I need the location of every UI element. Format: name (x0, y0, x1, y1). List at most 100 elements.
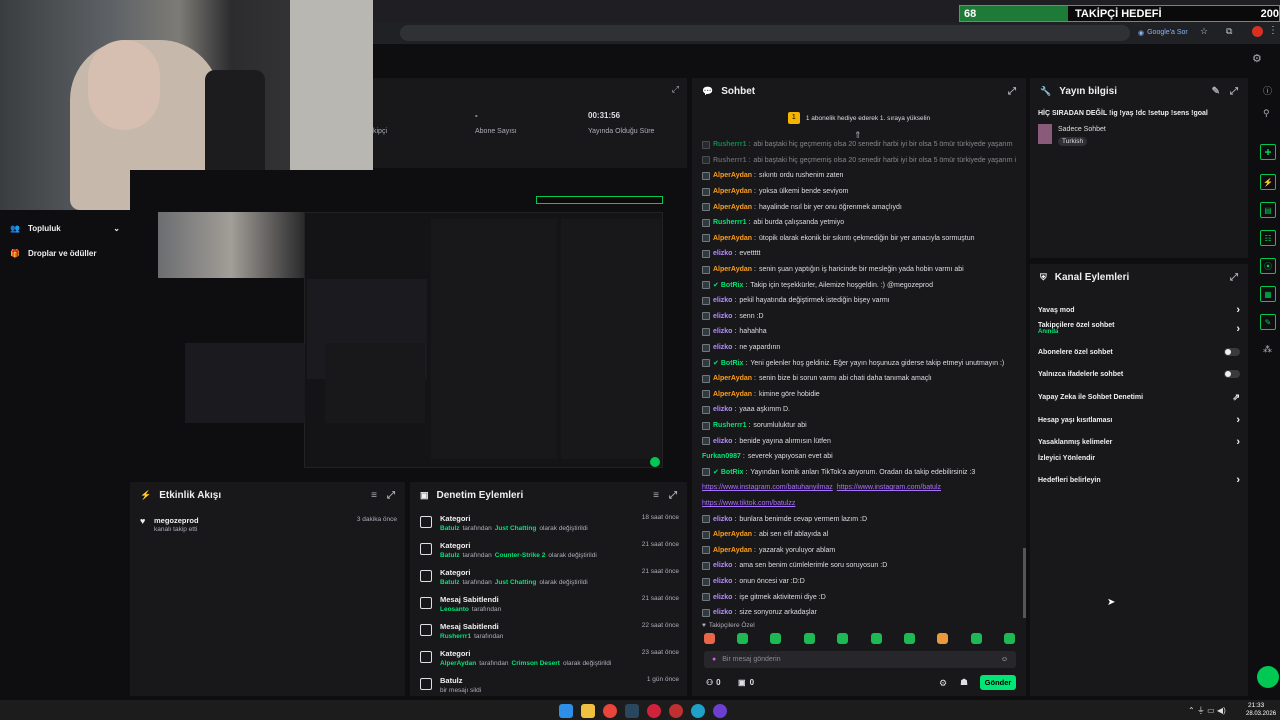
mod-action-row[interactable]: Kategori AlperAydan tarafından Crimson Dese… (410, 645, 687, 672)
extensions-icon[interactable]: ⧉ (1226, 26, 1232, 37)
popout-icon[interactable]: ⤢ (1230, 272, 1238, 283)
popout-icon[interactable]: ⤢ (669, 490, 677, 501)
edit-icon[interactable]: ✎ (1212, 86, 1220, 97)
app-icon[interactable] (669, 704, 683, 718)
popout-icon[interactable]: ⤢ (1230, 86, 1238, 97)
chat-username[interactable]: AlperAydan (713, 375, 752, 382)
emote-10[interactable] (1004, 633, 1015, 644)
chrome-icon[interactable] (603, 704, 617, 718)
bot-icon[interactable]: ☗ (960, 677, 968, 688)
chat-username[interactable]: AlperAydan (713, 531, 752, 538)
mod-action-row[interactable]: Batulz bir mesajı sildi 1 gün önce (410, 672, 687, 699)
chat-username[interactable]: Rusherrr1 (713, 141, 746, 148)
toggle-switch[interactable] (1224, 370, 1240, 378)
chat-link[interactable]: https://www.instagram.com/batuhanyilmaz (702, 484, 833, 491)
windows-start-icon[interactable] (559, 704, 573, 718)
mod-action-user[interactable]: AlperAydan (440, 660, 476, 667)
popout-icon[interactable]: ⤢ (672, 84, 679, 95)
clock-date[interactable]: 28.03.2026 (1246, 711, 1276, 717)
channel-action-5[interactable]: Yapay Zeka ile Sohbet Denetimi ⇗ (1038, 392, 1240, 403)
rail-tool-2[interactable]: ⚡ (1260, 174, 1276, 190)
channel-action-1[interactable]: Yavaş mod › (1038, 304, 1240, 316)
google-ask-chip[interactable]: ◉ Google'a Sor (1138, 26, 1188, 39)
mod-action-user[interactable]: Rusherrr1 (440, 633, 471, 640)
rail-tool-5[interactable]: ⦿ (1260, 258, 1276, 274)
chat-username[interactable]: elizko (713, 578, 732, 585)
mic-icon[interactable]: ● (712, 656, 716, 663)
chat-username[interactable]: elizko (713, 438, 732, 445)
mod-action-row[interactable]: Mesaj Sabitlendi Rusherrr1 tarafından 22 sa… (410, 618, 687, 645)
language-tag[interactable]: Turkish (1058, 137, 1088, 146)
chat-input[interactable]: ● Bir mesaj gönderin ☺ (704, 651, 1016, 668)
chat-link[interactable]: https://www.tiktok.com/batulzz (702, 500, 795, 507)
info-icon[interactable]: ⓘ (1263, 84, 1272, 97)
chat-username[interactable]: elizko (713, 609, 732, 616)
chat-username[interactable]: Rusherrr1 (713, 422, 746, 429)
chat-username[interactable]: elizko (713, 562, 732, 569)
mod-action-row[interactable]: Kategori Batulz tarafından Just Chatting ola… (410, 510, 687, 537)
help-fab[interactable] (1257, 666, 1279, 688)
send-button[interactable]: Gönder (980, 675, 1016, 690)
chat-scrollbar[interactable] (1023, 548, 1026, 618)
gift-count-chip[interactable]: ▣ 0 (738, 678, 754, 687)
mod-action-row[interactable]: Kategori Batulz tarafından Just Chatting ola… (410, 564, 687, 591)
sidebar-item-community[interactable]: 👥 Topluluk ⌄ (10, 224, 120, 233)
tray-icons[interactable]: ⌃ ⏚ ▭ ◀) (1188, 705, 1226, 716)
emote-9[interactable] (971, 633, 982, 644)
popout-icon[interactable]: ⤢ (1008, 86, 1016, 97)
chat-username[interactable]: elizko (713, 406, 732, 413)
steam-icon[interactable] (625, 704, 639, 718)
notification-icon[interactable]: ⚙ (1252, 52, 1262, 65)
activity-user[interactable]: megozeprod (154, 516, 199, 525)
obs-icon[interactable] (713, 704, 727, 718)
chat-username[interactable]: elizko (713, 250, 732, 257)
emote-7[interactable] (904, 633, 915, 644)
rail-tool-7[interactable]: ✎ (1260, 314, 1276, 330)
file-explorer-icon[interactable] (581, 704, 595, 718)
opera-icon[interactable] (647, 704, 661, 718)
chat-link[interactable]: https://www.instagram.com/batulz (837, 484, 941, 491)
nodes-icon[interactable]: ⁂ (1263, 344, 1272, 355)
emote-3[interactable] (770, 633, 781, 644)
chat-username[interactable]: elizko (713, 344, 732, 351)
chat-username[interactable]: AlperAydan (713, 547, 752, 554)
channel-action-9[interactable]: Hedefleri belirleyin › (1038, 474, 1240, 486)
chat-username[interactable]: AlperAydan (713, 266, 752, 273)
toggle-switch[interactable] (1224, 348, 1240, 356)
mod-action-row[interactable]: Kategori Batulz tarafından Counter-Strike 2… (410, 537, 687, 564)
address-bar[interactable] (400, 25, 1130, 41)
channel-action-6[interactable]: Hesap yaşı kısıtlaması › (1038, 414, 1240, 426)
chat-username[interactable]: AlperAydan (713, 188, 752, 195)
mod-action-user[interactable]: Batulz (440, 579, 460, 586)
filter-icon[interactable]: ≡ (371, 490, 377, 501)
chat-settings-icon[interactable]: ⚙ (939, 678, 947, 689)
mod-action-row[interactable]: Mesaj Sabitlendi Leosanto tarafından 21 saa… (410, 591, 687, 618)
mod-action-user[interactable]: Batulz (440, 552, 460, 559)
mod-action-user[interactable]: Leosanto (440, 606, 469, 613)
viewer-count-chip[interactable]: ⚇ 0 (706, 678, 721, 687)
clock-time[interactable]: 21:33 (1248, 702, 1264, 709)
emote-5[interactable] (837, 633, 848, 644)
emote-2[interactable] (737, 633, 748, 644)
chat-username[interactable]: AlperAydan (713, 172, 752, 179)
emote-8[interactable] (937, 633, 948, 644)
mod-action-user[interactable]: Batulz (440, 525, 460, 532)
chat-username[interactable]: BotRix (721, 469, 744, 476)
chat-username[interactable]: Rusherrr1 (713, 157, 746, 164)
chat-username[interactable]: elizko (713, 328, 732, 335)
gift-banner[interactable]: 1 1 abonelik hediye ederek 1. sıraya yük… (692, 108, 1026, 128)
channel-action-3[interactable]: Abonelere özel sohbet (1038, 348, 1240, 356)
filter-icon[interactable]: ≡ (653, 490, 659, 501)
chat-username[interactable]: AlperAydan (713, 235, 752, 242)
chat-username[interactable]: Furkan0987 (702, 453, 741, 460)
rail-tool-3[interactable]: ▤ (1260, 202, 1276, 218)
channel-action-8[interactable]: İzleyici Yönlendir (1038, 455, 1240, 462)
chat-username[interactable]: BotRix (721, 282, 744, 289)
channel-action-2[interactable]: Takipçilere özel sohbet Anında › (1038, 322, 1240, 335)
profile-avatar[interactable] (1252, 26, 1263, 37)
channel-action-4[interactable]: Yalnızca ifadelerle sohbet (1038, 370, 1240, 378)
chat-username[interactable]: elizko (713, 313, 732, 320)
chat-username[interactable]: elizko (713, 297, 732, 304)
chat-username[interactable]: elizko (713, 594, 732, 601)
chat-username[interactable]: elizko (713, 516, 732, 523)
